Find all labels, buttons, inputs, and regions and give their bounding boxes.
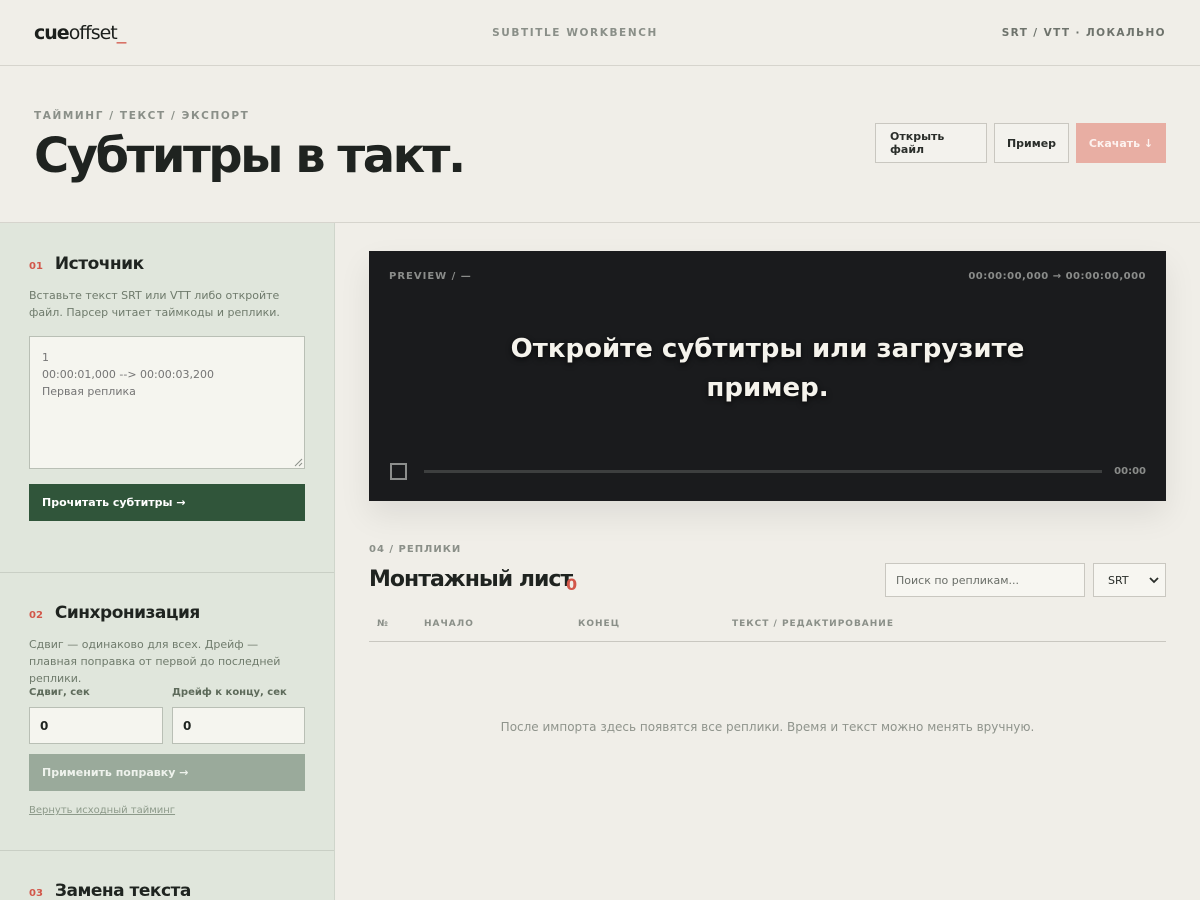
sample-button[interactable]: Пример [994, 123, 1069, 163]
format-select-value: SRT [1108, 573, 1129, 587]
source-description: Вставьте текст SRT или VTT либо откройте… [29, 289, 280, 319]
playback-clock: 00:00 [1114, 466, 1146, 477]
format-select[interactable]: SRT [1093, 563, 1166, 597]
format-status: SRT / VTT · ЛОКАЛЬНО [1001, 27, 1166, 39]
replace-section: 03 Замена текста [0, 850, 334, 900]
cue-count-badge: 0 [566, 575, 578, 594]
drift-label: Дрейф к концу, сек [172, 687, 287, 698]
chevron-down-icon [1149, 577, 1159, 584]
hero-actions: Открыть файл Пример Скачать ↓ [875, 123, 1166, 163]
sync-heading: 02 Синхронизация [29, 603, 200, 623]
sidebar: 01 Источник Вставьте текст SRT или VTT л… [0, 223, 335, 900]
preview-timecode: 00:00:00,000 → 00:00:00,000 [968, 271, 1146, 282]
source-number: 01 [29, 261, 43, 272]
playback-track[interactable] [424, 470, 1102, 473]
sync-number: 02 [29, 610, 43, 621]
preview-player: PREVIEW / — 00:00:00,000 → 00:00:00,000 … [369, 251, 1166, 501]
column-start: НАЧАЛО [424, 619, 474, 629]
list-title: Монтажный лист [369, 567, 573, 592]
play-toggle-icon[interactable] [390, 463, 407, 480]
hero-eyebrow: ТАЙМИНГ / ТЕКСТ / ЭКСПОРТ [34, 110, 250, 122]
shift-input[interactable]: 0 [29, 707, 163, 744]
replace-number: 03 [29, 888, 43, 899]
sync-description: Сдвиг — одинаково для всех. Дрейф — плав… [29, 638, 281, 685]
source-section: 01 Источник Вставьте текст SRT или VTT л… [0, 223, 334, 572]
replace-title: Замена текста [54, 881, 191, 900]
preview-caption: Откройте субтитры или загрузите пример. [510, 334, 1025, 403]
resize-grip-icon[interactable] [293, 457, 303, 467]
shift-label: Сдвиг, сек [29, 687, 90, 698]
column-end: КОНЕЦ [578, 619, 621, 629]
sync-section: 02 Синхронизация Сдвиг — одинаково для в… [0, 572, 334, 851]
column-number: № [377, 619, 389, 629]
table-header: № НАЧАЛО КОНЕЦ ТЕКСТ / РЕДАКТИРОВАНИЕ [369, 610, 1166, 642]
column-text: ТЕКСТ / РЕДАКТИРОВАНИЕ [732, 619, 894, 629]
app-subtitle: SUBTITLE WORKBENCH [492, 27, 658, 39]
source-title: Источник [54, 254, 144, 274]
source-textarea[interactable] [29, 336, 305, 469]
list-eyebrow: 04 / РЕПЛИКИ [369, 544, 462, 555]
open-file-button[interactable]: Открыть файл [875, 123, 987, 163]
preview-label: PREVIEW / — [389, 271, 472, 282]
cue-search-input[interactable]: Поиск по репликам... [885, 563, 1085, 597]
sync-title: Синхронизация [54, 603, 200, 623]
apply-correction-button[interactable]: Применить поправку → [29, 754, 305, 791]
read-subtitles-button[interactable]: Прочитать субтитры → [29, 484, 305, 521]
top-bar: cueoffset_ SUBTITLE WORKBENCH SRT / VTT … [0, 0, 1200, 66]
source-heading: 01 Источник [29, 254, 144, 274]
page-title: Субтитры в такт. [34, 128, 466, 184]
hero: ТАЙМИНГ / ТЕКСТ / ЭКСПОРТ Субтитры в так… [0, 66, 1200, 223]
empty-state-message: После импорта здесь появятся все реплики… [500, 720, 1035, 734]
drift-input[interactable]: 0 [172, 707, 305, 744]
reset-timing-link[interactable]: Вернуть исходный тайминг [29, 805, 175, 816]
download-button[interactable]: Скачать ↓ [1076, 123, 1166, 163]
replace-heading: 03 Замена текста [29, 881, 191, 900]
